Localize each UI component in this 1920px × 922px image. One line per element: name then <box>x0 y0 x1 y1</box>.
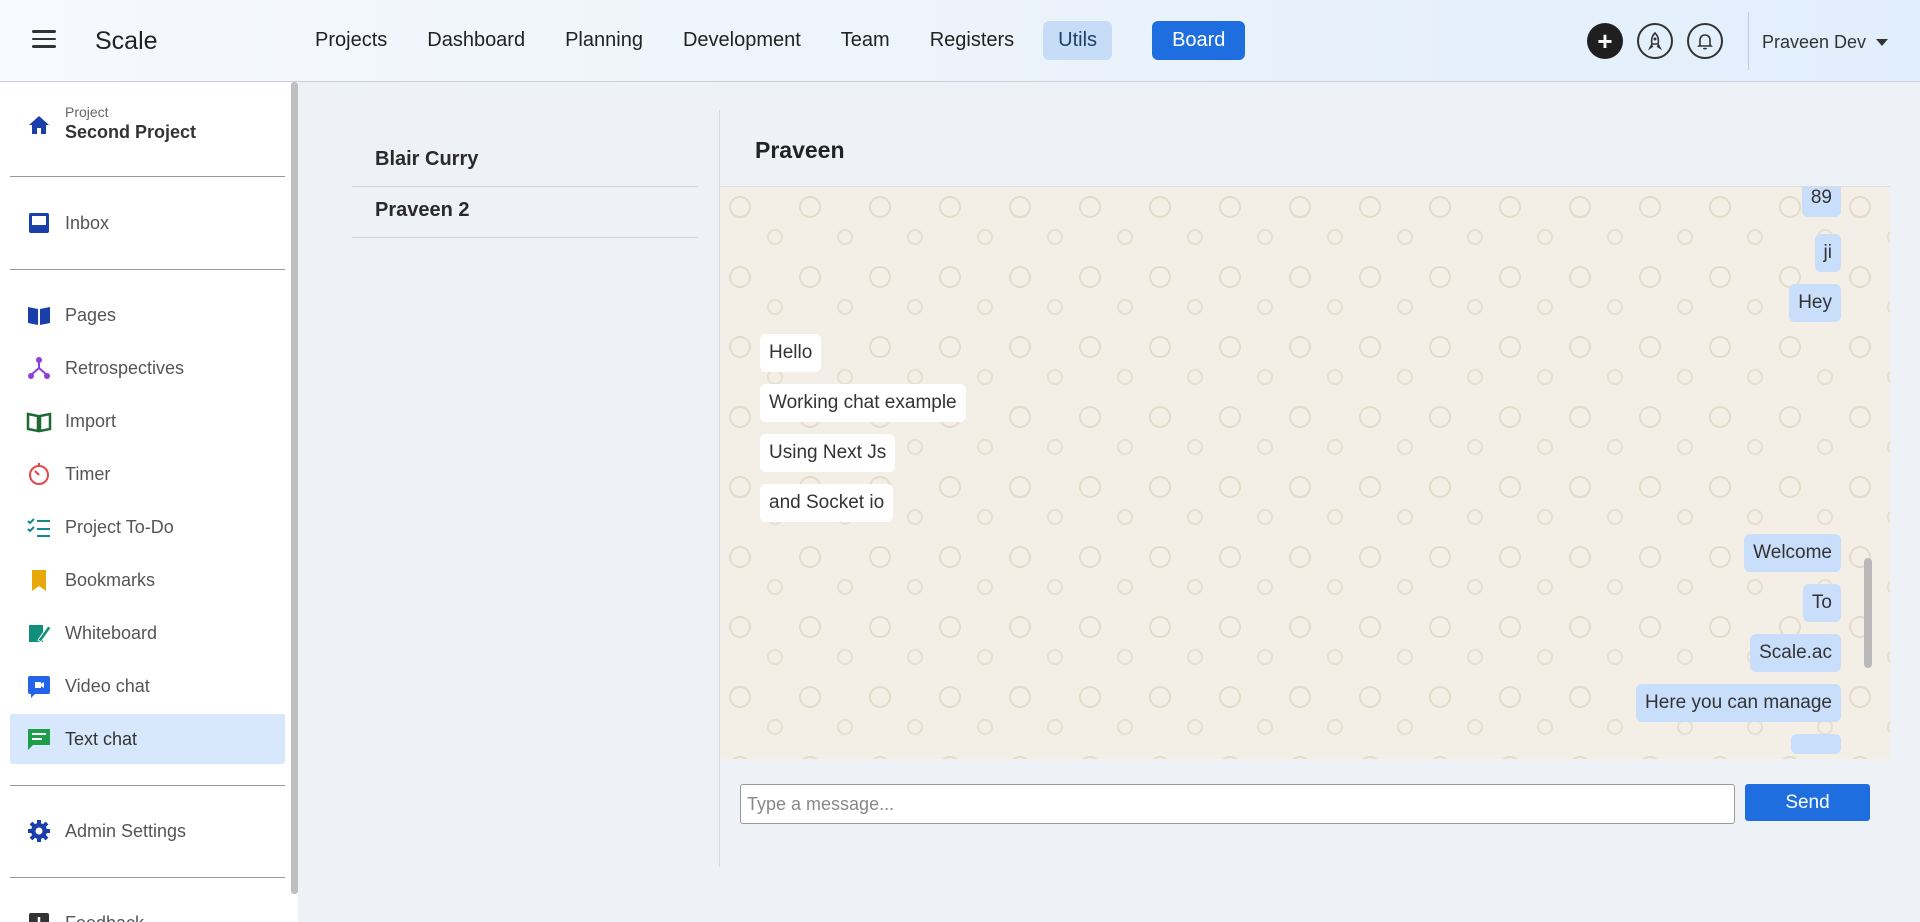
user-name: Praveen Dev <box>1762 32 1867 52</box>
message-bubble-outgoing: Here you can manage <box>1636 684 1841 722</box>
message-bubble-outgoing: Hey <box>1789 284 1841 322</box>
chevron-down-icon <box>1876 39 1889 46</box>
sidebar-item-text-chat[interactable]: Text chat <box>10 714 285 764</box>
project-label: Project <box>65 104 109 120</box>
book-icon <box>26 408 52 434</box>
message-bubble-outgoing: ji <box>1814 234 1841 272</box>
message-bubble-incoming: Working chat example <box>760 384 966 422</box>
nav-planning[interactable]: Planning <box>550 21 658 60</box>
top-navbar: Scale Projects Dashboard Planning Develo… <box>0 0 1920 82</box>
sidebar-item-inbox[interactable]: Inbox <box>10 198 285 248</box>
message-bubble-incoming: Hello <box>760 334 822 372</box>
contact-item[interactable]: Blair Curry <box>352 136 698 187</box>
nav-projects[interactable]: Projects <box>300 21 402 60</box>
nav-utils[interactable]: Utils <box>1043 21 1113 60</box>
board-button[interactable]: Board <box>1152 21 1246 60</box>
home-icon <box>26 112 52 143</box>
sidebar-item-label: Whiteboard <box>65 622 158 643</box>
sidebar: Project Second Project Inbox Pages Retro… <box>0 82 298 922</box>
message-bubble-incoming: and Socket io <box>760 484 894 522</box>
sidebar-item-import[interactable]: Import <box>10 396 285 446</box>
sidebar-item-video-chat[interactable]: Video chat <box>10 661 285 711</box>
sidebar-item-label: Import <box>65 410 117 431</box>
message-bubble-outgoing: Scale.ac <box>1750 634 1841 672</box>
sidebar-item-bookmarks[interactable]: Bookmarks <box>10 555 285 605</box>
sidebar-item-label: Retrospectives <box>65 357 185 378</box>
sidebar-item-label: Bookmarks <box>65 569 156 590</box>
gear-icon <box>26 818 52 844</box>
contact-list: Blair Curry Praveen 2 <box>352 136 698 238</box>
sidebar-item-label: Inbox <box>65 212 110 233</box>
bell-icon[interactable] <box>1687 23 1723 59</box>
sidebar-item-label: Video chat <box>65 675 150 696</box>
nav-registers[interactable]: Registers <box>915 21 1029 60</box>
sidebar-divider <box>10 785 285 786</box>
topbar-divider <box>1748 12 1749 70</box>
nav-team[interactable]: Team <box>826 21 905 60</box>
contact-item[interactable]: Praveen 2 <box>352 187 698 238</box>
rocket-icon[interactable] <box>1637 23 1673 59</box>
message-bubble-outgoing: To <box>1802 584 1841 622</box>
chat-icon <box>26 726 52 752</box>
nav-development[interactable]: Development <box>668 21 816 60</box>
book-open-icon <box>26 302 52 328</box>
message-bubble-incoming: Using Next Js <box>760 434 896 472</box>
top-actions: + <box>1587 23 1737 59</box>
message-bubble-outgoing: Welcome <box>1744 534 1841 572</box>
main-nav: Projects Dashboard Planning Development … <box>300 21 1255 60</box>
chat-title: Praveen <box>755 137 845 163</box>
video-icon <box>26 673 52 699</box>
sidebar-item-admin-settings[interactable]: Admin Settings <box>10 806 285 856</box>
message-input[interactable] <box>740 784 1735 824</box>
nav-dashboard[interactable]: Dashboard <box>412 21 540 60</box>
pen-icon <box>26 620 52 646</box>
sidebar-item-pages[interactable]: Pages <box>10 290 285 340</box>
project-switcher[interactable]: Project Second Project <box>0 100 290 150</box>
chat-messages: 89 ji Hey Hello Working chat example Usi… <box>720 186 1890 759</box>
sidebar-item-label: Pages <box>65 304 117 325</box>
sidebar-item-whiteboard[interactable]: Whiteboard <box>10 608 285 658</box>
brand-logo[interactable]: Scale <box>95 27 158 56</box>
sidebar-item-feedback[interactable]: Feedback <box>10 898 285 922</box>
sidebar-item-timer[interactable]: Timer <box>10 449 285 499</box>
sidebar-item-retrospectives[interactable]: Retrospectives <box>10 343 285 393</box>
sidebar-divider <box>10 269 285 270</box>
project-name: Second Project <box>65 122 197 142</box>
user-menu[interactable]: Praveen Dev <box>1762 32 1889 53</box>
sidebar-divider <box>10 176 285 177</box>
inbox-icon <box>26 210 52 236</box>
sidebar-item-label: Project To-Do <box>65 516 174 537</box>
sidebar-item-label: Feedback <box>65 913 144 922</box>
graph-icon <box>26 355 52 381</box>
bookmark-icon <box>26 567 52 593</box>
chat-scrollbar[interactable] <box>1864 558 1872 668</box>
sidebar-scrollbar[interactable] <box>291 82 298 894</box>
feedback-icon <box>26 910 52 922</box>
hamburger-menu-icon[interactable] <box>32 30 56 50</box>
checklist-icon <box>26 514 52 540</box>
send-button[interactable]: Send <box>1745 784 1870 821</box>
sidebar-divider <box>10 877 285 878</box>
add-icon[interactable]: + <box>1587 23 1623 59</box>
message-bubble-outgoing-partial <box>1791 734 1841 754</box>
timer-icon <box>26 461 52 487</box>
sidebar-item-label: Text chat <box>65 728 138 749</box>
sidebar-item-project-todo[interactable]: Project To-Do <box>10 502 285 552</box>
message-bubble-outgoing: 89 <box>1801 187 1841 217</box>
sidebar-item-label: Timer <box>65 463 111 484</box>
sidebar-item-label: Admin Settings <box>65 820 187 841</box>
